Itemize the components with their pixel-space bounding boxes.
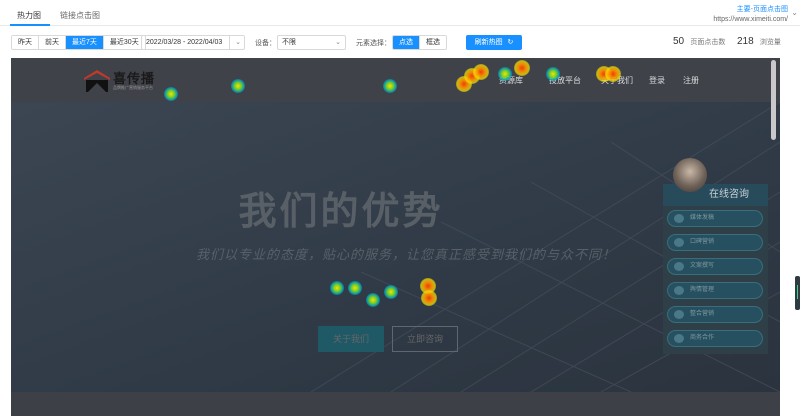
heatmap-preview-frame[interactable]: 喜传播 品牌推广营销服务平台 资源库 投放平台 关于我们 登录 注册 我们的优势… (11, 58, 780, 416)
tab-link-clicks[interactable]: 链接点击图 (60, 10, 100, 21)
heat-spot (330, 281, 344, 295)
chat-icon (674, 238, 684, 247)
stat-page-clicks-unit: 页面点击数 (690, 39, 726, 46)
hero-about-button[interactable]: 关于我们 (318, 326, 384, 352)
site-logo-subtitle: 品牌推广营销服务平台 (113, 85, 153, 90)
consult-list: 媒体发稿 口碑营销 文案撰写 舆情管理 整合营销 商务合作 (663, 206, 768, 354)
preset-day-before[interactable]: 前天 (39, 36, 66, 49)
chat-icon (674, 334, 684, 343)
heat-spot (514, 60, 530, 76)
consult-item-label: 舆情管理 (690, 287, 715, 293)
heat-spot (473, 64, 489, 80)
consult-item[interactable]: 媒体发稿 (667, 210, 763, 227)
divider (229, 36, 230, 49)
consult-item[interactable]: 舆情管理 (667, 282, 763, 299)
filter-bar: 昨天 前天 最近7天 最近30天 2022/03/28 - 2022/04/03… (0, 26, 800, 58)
tab-bar: 热力图 链接点击图 主要-页面点击图 https://www.ximeiti.c… (0, 0, 800, 26)
heat-spot (383, 79, 397, 93)
chevron-down-icon: ⌄ (235, 39, 241, 46)
chat-icon (674, 310, 684, 319)
chevron-down-icon: ⌄ (791, 8, 798, 17)
heat-spot (498, 67, 512, 81)
date-preset-group: 昨天 前天 最近7天 最近30天 (11, 35, 146, 50)
chat-icon (674, 214, 684, 223)
stat-page-views-unit: 浏览量 (759, 39, 781, 46)
chat-icon (674, 262, 684, 271)
heat-spot (164, 87, 178, 101)
element-select-group: 点选 框选 (392, 35, 447, 50)
page-selector-name: 主要-页面点击图 (736, 6, 788, 13)
hero-title: 我们的优势 (238, 191, 444, 233)
page-selector[interactable]: 主要-页面点击图 https://www.ximeiti.com/ ⌄ (713, 4, 798, 23)
preset-last-7-days[interactable]: 最近7天 (66, 36, 104, 49)
consult-item-label: 媒体发稿 (690, 215, 715, 221)
chat-icon (674, 286, 684, 295)
page-selector-url: https://www.ximeiti.com/ (713, 16, 788, 23)
refresh-heatmap-button[interactable]: 刷新热图 ↻ (466, 35, 522, 50)
preset-yesterday[interactable]: 昨天 (12, 36, 39, 49)
stat-page-clicks: 50 页面点击数 (673, 36, 725, 47)
chevron-down-icon: ⌄ (335, 39, 341, 46)
date-range-picker[interactable]: 2022/03/28 - 2022/04/03 ⌄ (141, 35, 245, 50)
consult-item-label: 商务合作 (690, 335, 715, 341)
heat-spot (384, 285, 398, 299)
heat-spot (366, 293, 380, 307)
site-header: 喜传播 品牌推广营销服务平台 资源库 投放平台 关于我们 登录 注册 (11, 58, 780, 102)
site-nav-login[interactable]: 登录 (649, 75, 665, 86)
device-select[interactable]: 不限 ⌄ (277, 35, 346, 50)
stat-page-clicks-value: 50 (673, 36, 685, 47)
stat-page-views: 218 浏览量 (737, 36, 781, 47)
element-option-click[interactable]: 点选 (393, 36, 420, 49)
online-consult-widget: 在线咨询 媒体发稿 口碑营销 文案撰写 舆情管理 整合营销 商务合作 (663, 158, 768, 354)
consult-item-label: 整合营销 (690, 311, 715, 317)
date-range-value: 2022/03/28 - 2022/04/03 (146, 39, 223, 46)
heat-spot (231, 79, 245, 93)
preset-last-30-days[interactable]: 最近30天 (103, 36, 145, 49)
site-nav-register[interactable]: 注册 (683, 75, 699, 86)
consult-item[interactable]: 口碑营销 (667, 234, 763, 251)
consult-item-label: 口碑营销 (690, 239, 715, 245)
consult-item[interactable]: 商务合作 (667, 330, 763, 347)
heat-spot (348, 281, 362, 295)
consult-item-label: 文案撰写 (690, 263, 715, 269)
consult-item[interactable]: 整合营销 (667, 306, 763, 323)
consultant-avatar (673, 158, 707, 192)
heat-spot (605, 66, 621, 82)
element-select-label: 元素选择： (356, 40, 391, 47)
hero-consult-button[interactable]: 立即咨询 (392, 326, 458, 352)
heat-spot (546, 67, 560, 81)
refresh-label: 刷新热图 (474, 39, 503, 46)
device-label: 设备： (255, 40, 276, 47)
refresh-icon: ↻ (507, 39, 514, 46)
preview-scrollbar[interactable] (771, 60, 776, 140)
tab-heatmap[interactable]: 热力图 (17, 10, 41, 21)
site-next-section (11, 392, 780, 416)
consult-item[interactable]: 文案撰写 (667, 258, 763, 275)
heat-spot (421, 290, 437, 306)
side-panel-handle[interactable] (795, 276, 800, 310)
device-select-value: 不限 (282, 39, 296, 46)
element-option-box[interactable]: 框选 (420, 36, 446, 49)
stat-page-views-value: 218 (737, 36, 754, 47)
logo-mark-icon (84, 70, 110, 92)
